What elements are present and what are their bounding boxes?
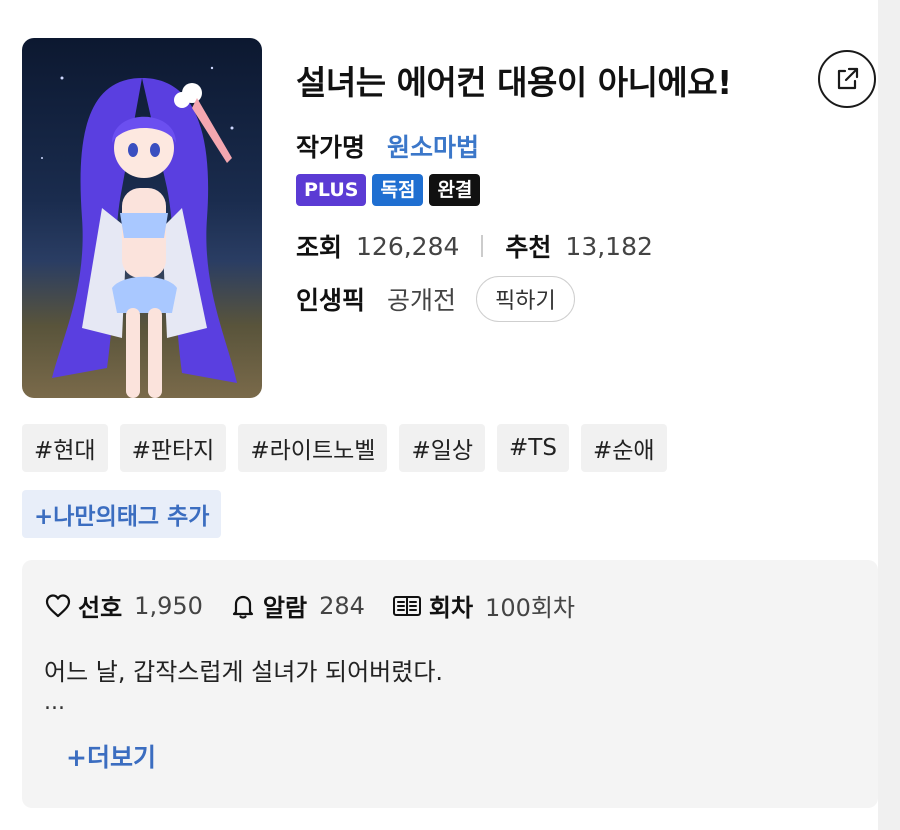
tag-chip[interactable]: #판타지 <box>119 424 227 472</box>
alarm-label: 알람 <box>262 594 308 622</box>
pick-button[interactable]: 픽하기 <box>476 276 575 322</box>
tag-chip[interactable]: #TS <box>497 424 569 472</box>
plus-badge: PLUS <box>296 174 367 206</box>
recommend-label: 추천 <box>505 233 552 262</box>
favorite-button[interactable]: 선호 1,950 <box>44 588 203 623</box>
add-my-tag-button[interactable]: +나만의태그 추가 <box>22 490 222 538</box>
views-value: 126,284 <box>356 231 460 261</box>
stats-row: 조회 126,284 추천 13,182 <box>296 228 653 264</box>
author-label: 작가명 <box>296 133 366 162</box>
author-row: 작가명 원소마법 <box>296 128 479 164</box>
scrollbar-track <box>878 0 900 830</box>
badge-row: PLUS 독점 완결 <box>296 174 486 206</box>
bell-icon <box>232 595 253 619</box>
novel-title: 설녀는 에어컨 대용이 아니에요! <box>296 63 732 102</box>
tag-chip[interactable]: #순애 <box>580 424 667 472</box>
tag-chip[interactable]: #라이트노벨 <box>238 424 388 472</box>
tag-list: #현대 #판타지 #라이트노벨 #일상 #TS #순애 <box>22 424 679 472</box>
tag-chip[interactable]: #현대 <box>22 424 108 472</box>
share-button[interactable] <box>818 50 876 108</box>
episodes-item: 회차 100회차 <box>391 588 575 623</box>
author-link[interactable]: 원소마법 <box>387 128 479 164</box>
heart-icon <box>45 593 71 617</box>
episodes-label: 회차 <box>428 594 474 622</box>
more-button[interactable]: +더보기 <box>66 738 156 774</box>
counts-row: 선호 1,950 알람 284 회차 100회차 <box>44 588 601 623</box>
life-pick-status: 공개전 <box>387 286 457 315</box>
views-label: 조회 <box>296 233 343 262</box>
recommend-value: 13,182 <box>565 231 653 261</box>
tag-chip[interactable]: #일상 <box>399 424 486 472</box>
alarm-count: 284 <box>319 591 365 620</box>
share-icon <box>837 67 859 90</box>
synopsis-ellipsis: ... <box>44 690 65 715</box>
life-pick-row: 인생픽 공개전 픽하기 <box>296 276 575 322</box>
completed-badge: 완결 <box>429 174 481 206</box>
episodes-count: 100회차 <box>485 594 576 622</box>
cover-image <box>22 38 262 398</box>
favorite-label: 선호 <box>78 594 123 622</box>
episode-list-icon <box>392 595 421 616</box>
stats-divider <box>481 235 484 257</box>
info-panel: 선호 1,950 알람 284 회차 100회차 어느 날, 갑작스럽게 설녀가… <box>22 560 878 808</box>
alarm-button[interactable]: 알람 284 <box>229 588 365 623</box>
synopsis-text: 어느 날, 갑작스럽게 설녀가 되어버렸다. <box>44 658 444 686</box>
life-pick-label: 인생픽 <box>296 286 366 315</box>
exclusive-badge: 독점 <box>372 174 424 206</box>
favorite-count: 1,950 <box>134 591 203 620</box>
